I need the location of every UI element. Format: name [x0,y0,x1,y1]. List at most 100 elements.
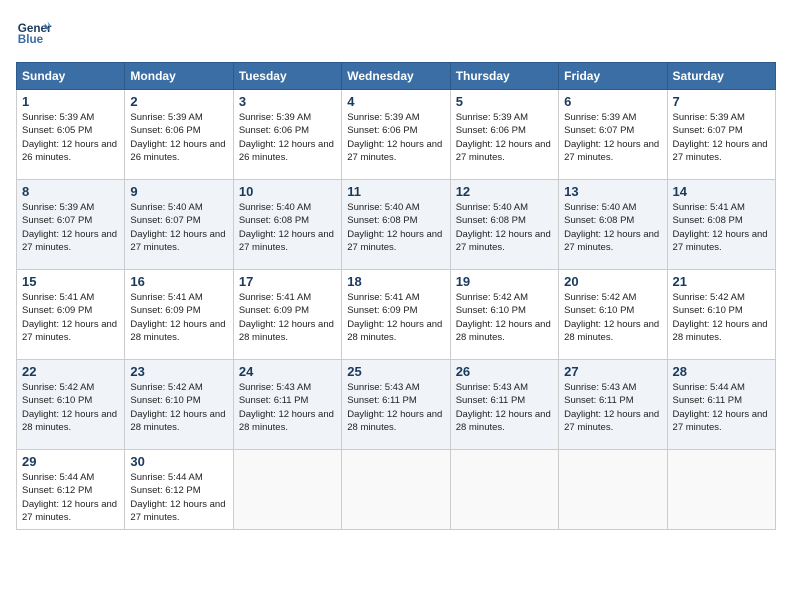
weekday-header-thursday: Thursday [450,63,558,90]
weekday-header-saturday: Saturday [667,63,775,90]
svg-text:Blue: Blue [18,33,44,46]
day-info: Sunrise: 5:44 AM Sunset: 6:11 PM Dayligh… [673,381,770,434]
calendar-cell: 23 Sunrise: 5:42 AM Sunset: 6:10 PM Dayl… [125,360,233,450]
calendar-cell: 12 Sunrise: 5:40 AM Sunset: 6:08 PM Dayl… [450,180,558,270]
day-number: 20 [564,274,661,289]
calendar-cell: 24 Sunrise: 5:43 AM Sunset: 6:11 PM Dayl… [233,360,341,450]
day-number: 3 [239,94,336,109]
calendar-cell: 10 Sunrise: 5:40 AM Sunset: 6:08 PM Dayl… [233,180,341,270]
day-info: Sunrise: 5:39 AM Sunset: 6:07 PM Dayligh… [564,111,661,164]
day-info: Sunrise: 5:42 AM Sunset: 6:10 PM Dayligh… [673,291,770,344]
calendar-cell: 11 Sunrise: 5:40 AM Sunset: 6:08 PM Dayl… [342,180,450,270]
day-info: Sunrise: 5:40 AM Sunset: 6:08 PM Dayligh… [347,201,444,254]
day-number: 5 [456,94,553,109]
day-info: Sunrise: 5:42 AM Sunset: 6:10 PM Dayligh… [456,291,553,344]
weekday-header-wednesday: Wednesday [342,63,450,90]
day-number: 7 [673,94,770,109]
calendar-cell: 8 Sunrise: 5:39 AM Sunset: 6:07 PM Dayli… [17,180,125,270]
day-info: Sunrise: 5:42 AM Sunset: 6:10 PM Dayligh… [130,381,227,434]
calendar-cell [450,450,558,530]
day-info: Sunrise: 5:42 AM Sunset: 6:10 PM Dayligh… [22,381,119,434]
day-info: Sunrise: 5:39 AM Sunset: 6:06 PM Dayligh… [456,111,553,164]
day-number: 23 [130,364,227,379]
calendar-cell: 29 Sunrise: 5:44 AM Sunset: 6:12 PM Dayl… [17,450,125,530]
day-number: 27 [564,364,661,379]
calendar-cell: 21 Sunrise: 5:42 AM Sunset: 6:10 PM Dayl… [667,270,775,360]
day-info: Sunrise: 5:41 AM Sunset: 6:09 PM Dayligh… [22,291,119,344]
calendar-table: SundayMondayTuesdayWednesdayThursdayFrid… [16,62,776,530]
weekday-header-sunday: Sunday [17,63,125,90]
day-number: 17 [239,274,336,289]
day-number: 8 [22,184,119,199]
calendar-cell: 16 Sunrise: 5:41 AM Sunset: 6:09 PM Dayl… [125,270,233,360]
calendar-cell: 14 Sunrise: 5:41 AM Sunset: 6:08 PM Dayl… [667,180,775,270]
day-number: 22 [22,364,119,379]
calendar-cell: 15 Sunrise: 5:41 AM Sunset: 6:09 PM Dayl… [17,270,125,360]
weekday-header-monday: Monday [125,63,233,90]
calendar-cell: 22 Sunrise: 5:42 AM Sunset: 6:10 PM Dayl… [17,360,125,450]
day-number: 28 [673,364,770,379]
calendar-cell: 30 Sunrise: 5:44 AM Sunset: 6:12 PM Dayl… [125,450,233,530]
calendar-cell: 4 Sunrise: 5:39 AM Sunset: 6:06 PM Dayli… [342,90,450,180]
calendar-cell [342,450,450,530]
calendar-cell: 9 Sunrise: 5:40 AM Sunset: 6:07 PM Dayli… [125,180,233,270]
calendar-cell: 19 Sunrise: 5:42 AM Sunset: 6:10 PM Dayl… [450,270,558,360]
day-number: 10 [239,184,336,199]
calendar-cell: 5 Sunrise: 5:39 AM Sunset: 6:06 PM Dayli… [450,90,558,180]
day-number: 26 [456,364,553,379]
calendar-cell [559,450,667,530]
day-number: 21 [673,274,770,289]
calendar-cell: 20 Sunrise: 5:42 AM Sunset: 6:10 PM Dayl… [559,270,667,360]
calendar-cell: 7 Sunrise: 5:39 AM Sunset: 6:07 PM Dayli… [667,90,775,180]
day-number: 18 [347,274,444,289]
day-info: Sunrise: 5:39 AM Sunset: 6:07 PM Dayligh… [673,111,770,164]
calendar-cell: 26 Sunrise: 5:43 AM Sunset: 6:11 PM Dayl… [450,360,558,450]
weekday-header-friday: Friday [559,63,667,90]
day-info: Sunrise: 5:39 AM Sunset: 6:07 PM Dayligh… [22,201,119,254]
calendar-cell: 25 Sunrise: 5:43 AM Sunset: 6:11 PM Dayl… [342,360,450,450]
day-number: 6 [564,94,661,109]
day-number: 9 [130,184,227,199]
calendar-cell: 28 Sunrise: 5:44 AM Sunset: 6:11 PM Dayl… [667,360,775,450]
logo-icon: General Blue [16,16,52,52]
calendar-cell: 13 Sunrise: 5:40 AM Sunset: 6:08 PM Dayl… [559,180,667,270]
day-number: 13 [564,184,661,199]
day-number: 15 [22,274,119,289]
day-info: Sunrise: 5:39 AM Sunset: 6:05 PM Dayligh… [22,111,119,164]
day-info: Sunrise: 5:40 AM Sunset: 6:08 PM Dayligh… [564,201,661,254]
day-info: Sunrise: 5:41 AM Sunset: 6:09 PM Dayligh… [239,291,336,344]
day-number: 12 [456,184,553,199]
day-info: Sunrise: 5:43 AM Sunset: 6:11 PM Dayligh… [456,381,553,434]
day-number: 16 [130,274,227,289]
day-number: 1 [22,94,119,109]
day-info: Sunrise: 5:41 AM Sunset: 6:08 PM Dayligh… [673,201,770,254]
day-number: 25 [347,364,444,379]
calendar-cell [667,450,775,530]
day-info: Sunrise: 5:43 AM Sunset: 6:11 PM Dayligh… [564,381,661,434]
calendar-cell: 3 Sunrise: 5:39 AM Sunset: 6:06 PM Dayli… [233,90,341,180]
day-number: 4 [347,94,444,109]
day-info: Sunrise: 5:40 AM Sunset: 6:07 PM Dayligh… [130,201,227,254]
day-info: Sunrise: 5:39 AM Sunset: 6:06 PM Dayligh… [239,111,336,164]
day-number: 29 [22,454,119,469]
day-info: Sunrise: 5:43 AM Sunset: 6:11 PM Dayligh… [347,381,444,434]
page-header: General Blue [16,16,776,52]
day-info: Sunrise: 5:44 AM Sunset: 6:12 PM Dayligh… [130,471,227,524]
day-info: Sunrise: 5:41 AM Sunset: 6:09 PM Dayligh… [130,291,227,344]
day-info: Sunrise: 5:39 AM Sunset: 6:06 PM Dayligh… [130,111,227,164]
day-number: 30 [130,454,227,469]
calendar-cell: 6 Sunrise: 5:39 AM Sunset: 6:07 PM Dayli… [559,90,667,180]
calendar-cell: 18 Sunrise: 5:41 AM Sunset: 6:09 PM Dayl… [342,270,450,360]
day-info: Sunrise: 5:44 AM Sunset: 6:12 PM Dayligh… [22,471,119,524]
day-number: 24 [239,364,336,379]
day-number: 11 [347,184,444,199]
day-info: Sunrise: 5:40 AM Sunset: 6:08 PM Dayligh… [456,201,553,254]
day-info: Sunrise: 5:41 AM Sunset: 6:09 PM Dayligh… [347,291,444,344]
day-info: Sunrise: 5:39 AM Sunset: 6:06 PM Dayligh… [347,111,444,164]
day-number: 14 [673,184,770,199]
day-number: 19 [456,274,553,289]
day-info: Sunrise: 5:43 AM Sunset: 6:11 PM Dayligh… [239,381,336,434]
weekday-header-tuesday: Tuesday [233,63,341,90]
calendar-cell [233,450,341,530]
day-number: 2 [130,94,227,109]
